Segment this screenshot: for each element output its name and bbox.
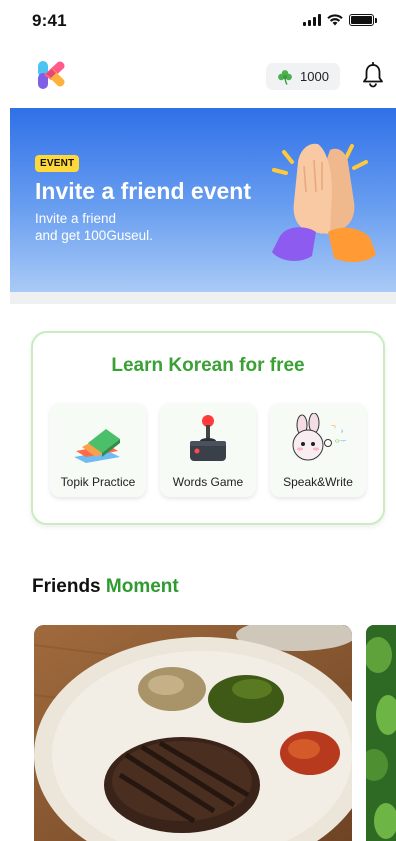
- status-time: 9:41: [32, 11, 67, 30]
- bunny-icon: ᄀ ᅡ ᄋ ᅮ: [292, 413, 347, 461]
- section-divider: [10, 292, 396, 304]
- tile-label: Speak&Write: [283, 475, 353, 489]
- svg-text:ᅮ: ᅮ: [340, 437, 347, 445]
- banner-title: Invite a friend event: [35, 178, 252, 204]
- heading-part: Friends: [32, 576, 101, 597]
- moment-post-card[interactable]: [34, 625, 352, 841]
- books-icon: [74, 429, 120, 463]
- heading-accent: Moment: [105, 576, 179, 597]
- moment-post-card-next[interactable]: [366, 625, 396, 841]
- learn-korean-card: Learn Korean for free Topik Practice Wor…: [31, 331, 385, 525]
- words-game-tile[interactable]: Words Game: [160, 403, 256, 497]
- high-five-illustration: [272, 143, 376, 263]
- event-banner[interactable]: EVENT Invite a friend event Invite a fri…: [10, 108, 396, 292]
- steak-plate-photo: [34, 625, 352, 841]
- bell-icon[interactable]: [361, 62, 385, 88]
- banner-subtitle-line: Invite a friend: [35, 211, 117, 226]
- topik-practice-tile[interactable]: Topik Practice: [50, 403, 146, 497]
- points-value: 1000: [300, 69, 329, 84]
- clover-icon: [278, 69, 292, 85]
- svg-text:ᅡ: ᅡ: [337, 428, 344, 437]
- tile-label: Words Game: [172, 475, 244, 489]
- learn-title: Learn Korean for free: [111, 355, 305, 376]
- event-badge: EVENT: [35, 155, 80, 172]
- wifi-icon: [327, 14, 343, 26]
- battery-icon: [349, 14, 377, 26]
- joystick-icon: [190, 415, 226, 461]
- status-bar: 9:41: [0, 0, 396, 44]
- friends-moment-heading: Friends Moment: [32, 576, 179, 598]
- status-icons: [303, 14, 377, 26]
- signal-icon: [303, 14, 321, 26]
- banner-subtitle-line: and get 100Guseul.: [35, 228, 153, 243]
- speak-write-tile[interactable]: ᄀ ᅡ ᄋ ᅮ Speak&Write: [270, 403, 366, 497]
- green-leaves-photo: [366, 625, 396, 841]
- app-logo-icon[interactable]: [38, 60, 66, 90]
- banner-subtitle: Invite a friend and get 100Guseul.: [35, 210, 153, 244]
- points-balance[interactable]: 1000: [266, 63, 340, 90]
- top-app-bar: 1000: [0, 56, 396, 96]
- tile-label: Topik Practice: [60, 475, 136, 489]
- svg-text:ᄀ: ᄀ: [330, 425, 336, 433]
